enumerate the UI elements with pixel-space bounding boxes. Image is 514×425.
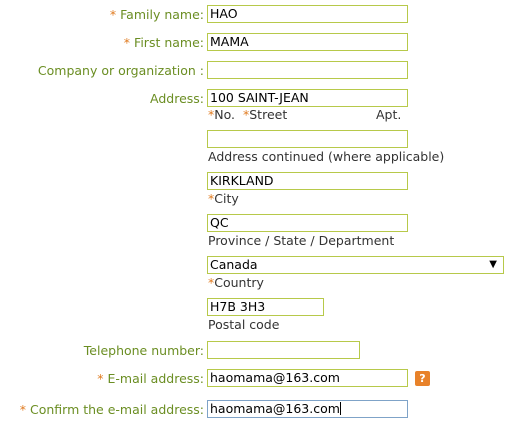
help-icon[interactable]: ? bbox=[415, 371, 430, 386]
city-label: *City bbox=[208, 191, 239, 206]
country-label: *Country bbox=[208, 275, 264, 290]
postal-code-input[interactable]: H7B 3H3 bbox=[207, 298, 324, 316]
required-marker: * bbox=[109, 7, 117, 22]
province-input[interactable]: QC bbox=[207, 214, 408, 232]
required-marker: * bbox=[19, 402, 26, 417]
family-name-label: * Family name: bbox=[109, 7, 204, 22]
email-input[interactable]: haomama@163.com bbox=[207, 369, 408, 387]
address-continued-input[interactable] bbox=[207, 130, 408, 148]
province-label: Province / State / Department bbox=[208, 233, 395, 248]
family-name-input[interactable]: HAO bbox=[207, 5, 408, 23]
email-label: * E-mail address: bbox=[97, 371, 204, 386]
first-name-input[interactable]: MAMA bbox=[207, 33, 408, 51]
address-input[interactable]: 100 SAINT-JEAN bbox=[207, 89, 408, 107]
postal-code-label: Postal code bbox=[208, 317, 280, 332]
apt-label: Apt. bbox=[376, 107, 402, 122]
address-label: Address: bbox=[150, 91, 204, 106]
text-caret bbox=[339, 402, 341, 415]
first-name-label: * First name: bbox=[123, 35, 204, 50]
required-marker: * bbox=[97, 371, 104, 386]
required-marker: * bbox=[123, 35, 131, 50]
telephone-input[interactable] bbox=[207, 341, 360, 359]
street-label: Street bbox=[249, 107, 288, 122]
chevron-down-icon: ▼ bbox=[489, 259, 497, 270]
address-continued-label: Address continued (where applicable) bbox=[208, 149, 445, 164]
confirm-email-label: * Confirm the e-mail address: bbox=[19, 402, 204, 417]
no-label: No. bbox=[214, 107, 236, 122]
company-input[interactable] bbox=[207, 61, 408, 79]
company-label: Company or organization : bbox=[37, 63, 204, 78]
city-input[interactable]: KIRKLAND bbox=[207, 172, 408, 190]
confirm-email-input[interactable]: haomama@163.com bbox=[207, 400, 408, 418]
address-sublabels: *No. *Street bbox=[208, 107, 287, 122]
country-select-value: Canada bbox=[210, 257, 258, 272]
telephone-label: Telephone number: bbox=[83, 343, 204, 358]
confirm-email-value: haomama@163.com bbox=[210, 401, 340, 416]
country-select[interactable]: Canada ▼ bbox=[207, 256, 504, 274]
